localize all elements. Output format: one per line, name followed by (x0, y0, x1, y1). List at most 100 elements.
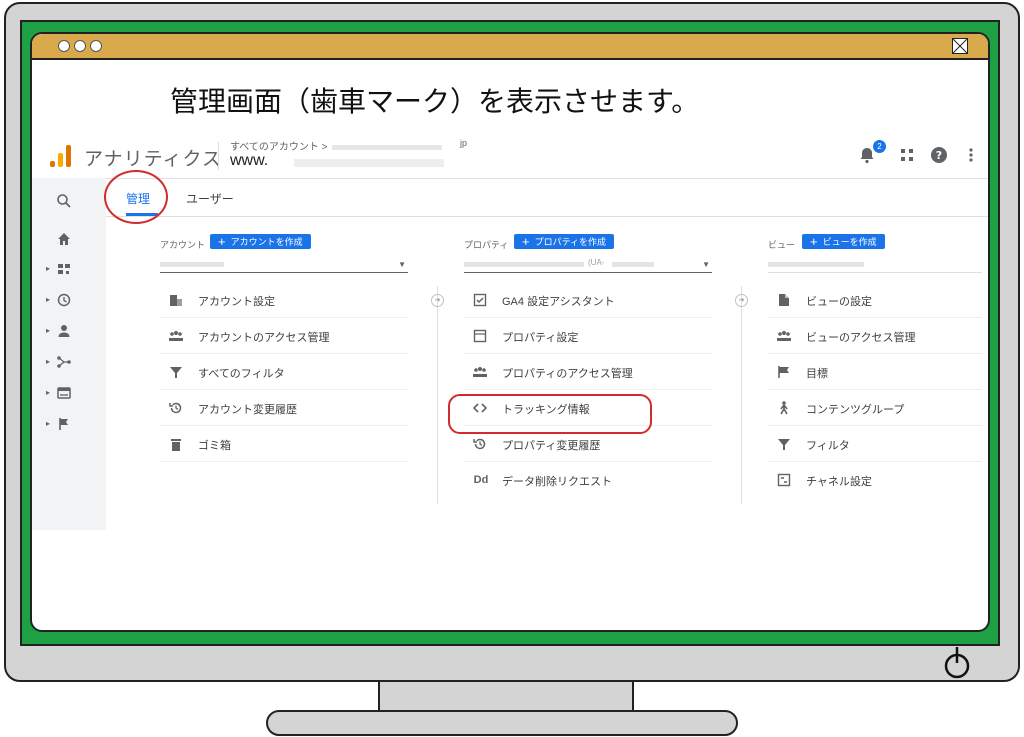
menu-channel-settings[interactable]: チャネル設定 (768, 462, 982, 498)
create-account-label: アカウントを作成 (230, 237, 303, 247)
menu-goals[interactable]: 目標 (768, 354, 982, 390)
redacted-text (294, 159, 444, 167)
nav-behavior[interactable]: ▸ (32, 382, 106, 404)
menu-view-filters[interactable]: フィルタ (768, 426, 982, 462)
search-icon (57, 194, 71, 208)
menu-label: すべてのフィルタ (198, 368, 285, 380)
menu-ga4-setup-assistant[interactable]: GA4 設定アシスタント (464, 282, 712, 318)
account-label: アカウント (160, 240, 206, 250)
clock-icon (57, 293, 71, 307)
analytics-app: アナリティクス すべてのアカウント > jp www. 2 ? ▸ ▸ ▸ ▸ … (32, 134, 988, 530)
column-divider (741, 286, 742, 504)
menu-view-access[interactable]: ビューのアクセス管理 (768, 318, 982, 354)
person-walk-icon (780, 401, 788, 415)
menu-label: ビューの設定 (806, 296, 872, 308)
menu-property-access[interactable]: プロパティのアクセス管理 (464, 354, 712, 390)
plus-icon: + (218, 234, 226, 249)
channel-icon (777, 473, 791, 487)
menu-account-history[interactable]: アカウント変更履歴 (160, 390, 408, 426)
menu-label: 目標 (806, 368, 828, 380)
menu-label: プロパティ変更履歴 (502, 440, 601, 452)
create-account-button[interactable]: + アカウントを作成 (210, 234, 311, 249)
monitor-stand-base (266, 710, 738, 736)
property-id: (UA- (588, 258, 605, 267)
flag-icon (778, 366, 789, 378)
nav-audience[interactable]: ▸ (32, 320, 106, 342)
create-property-button[interactable]: + プロパティを作成 (514, 234, 615, 249)
breadcrumb[interactable]: すべてのアカウント > (230, 138, 442, 153)
trash-icon (171, 439, 181, 451)
nav-customization[interactable]: ▸ (32, 258, 106, 280)
dashboard-icon (58, 264, 70, 274)
plus-icon: + (810, 234, 818, 249)
breadcrumb-suffix: jp (460, 138, 468, 148)
menu-label: ビューのアクセス管理 (806, 332, 916, 344)
property-label: プロパティ (464, 240, 509, 250)
menu-label: コンテンツグループ (806, 404, 905, 416)
menu-content-grouping[interactable]: コンテンツグループ (768, 390, 982, 426)
column-divider (437, 286, 438, 504)
highlight-circle-admin-tab (104, 170, 168, 224)
menu-account-access[interactable]: アカウントのアクセス管理 (160, 318, 408, 354)
acquisition-icon (57, 356, 71, 368)
tab-users[interactable]: ユーザー (186, 190, 234, 207)
highlight-box-tracking-info (448, 394, 652, 434)
caret-right-icon: ▸ (46, 388, 51, 397)
apps-grid-icon[interactable] (898, 146, 916, 164)
create-view-label: ビューを作成 (822, 237, 877, 247)
caret-right-icon: ▸ (46, 264, 51, 273)
power-icon[interactable] (942, 645, 972, 681)
menu-label: プロパティ設定 (502, 332, 579, 344)
menu-label: GA4 設定アシスタント (502, 296, 615, 308)
caret-right-icon: ▸ (46, 295, 51, 304)
view-label: ビュー (768, 240, 796, 250)
notification-badge: 2 (873, 140, 886, 153)
screen: 管理画面（歯車マーク）を表示させます。 アナリティクス すべてのアカウント > … (30, 32, 990, 632)
side-nav: ▸ ▸ ▸ ▸ ▸ ▸ (32, 178, 106, 530)
menu-label: アカウント設定 (198, 296, 275, 308)
help-icon[interactable]: ? (930, 146, 948, 164)
menu-data-deletion[interactable]: Dd データ削除リクエスト (464, 462, 712, 498)
app-name: アナリティクス (84, 149, 222, 170)
menu-view-settings[interactable]: ビューの設定 (768, 282, 982, 318)
analytics-logo-icon (50, 143, 72, 167)
header-divider (218, 142, 219, 170)
window-close-icon[interactable] (952, 38, 968, 54)
redacted-text (768, 262, 864, 267)
caret-right-icon: ▸ (46, 419, 51, 428)
menu-label: データ削除リクエスト (502, 476, 612, 488)
people-icon (473, 367, 487, 377)
flag-icon (59, 418, 68, 430)
nav-acquisition[interactable]: ▸ (32, 351, 106, 373)
redacted-text (464, 262, 584, 267)
menu-property-settings[interactable]: プロパティ設定 (464, 318, 712, 354)
column-arrow-icon: ➜ (735, 294, 748, 307)
person-icon (58, 325, 70, 337)
nav-conversions[interactable]: ▸ (32, 413, 106, 435)
filter-icon (778, 439, 790, 450)
create-view-button[interactable]: + ビューを作成 (802, 234, 885, 249)
menu-trash[interactable]: ゴミ箱 (160, 426, 408, 462)
monitor-stand-neck (378, 682, 634, 712)
document-icon (779, 294, 789, 306)
menu-label: ゴミ箱 (198, 440, 231, 452)
property-selector-dropdown[interactable]: (UA- ▼ (464, 258, 712, 273)
window-dot-icon (58, 40, 70, 52)
dropdown-arrow-icon: ▼ (398, 260, 406, 269)
nav-realtime[interactable]: ▸ (32, 289, 106, 311)
redacted-text (331, 144, 442, 150)
property-selector[interactable]: www. (230, 152, 268, 170)
people-icon (777, 331, 791, 341)
svg-text:?: ? (936, 149, 942, 162)
view-selector[interactable] (768, 258, 982, 273)
nav-home[interactable] (32, 228, 106, 250)
more-vert-icon[interactable] (962, 146, 980, 164)
account-selector[interactable]: ▼ (160, 258, 408, 273)
caret-right-icon: ▸ (46, 326, 51, 335)
menu-account-settings[interactable]: アカウント設定 (160, 282, 408, 318)
nav-search[interactable] (32, 190, 106, 212)
window-titlebar (32, 34, 988, 60)
redacted-text (612, 262, 654, 267)
people-icon (169, 331, 183, 341)
menu-all-filters[interactable]: すべてのフィルタ (160, 354, 408, 390)
